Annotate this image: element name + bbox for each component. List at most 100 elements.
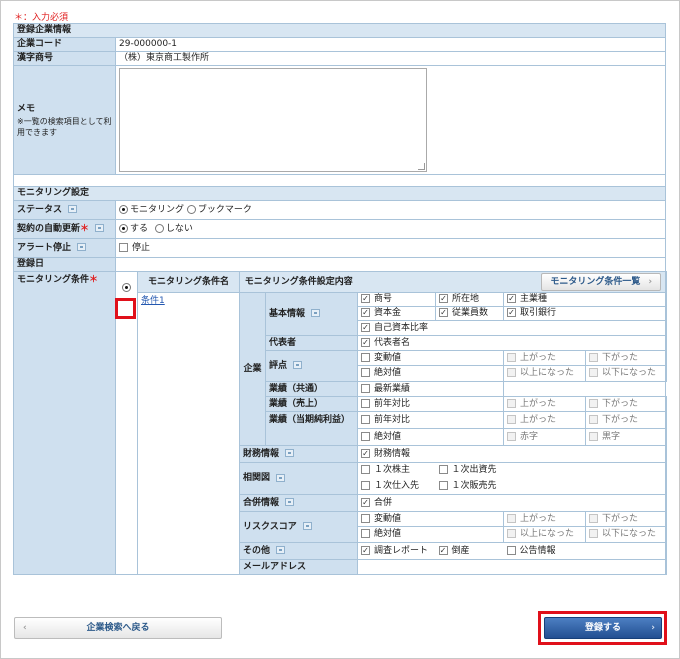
help-icon[interactable] [302,522,312,530]
auto-renew-no-radio[interactable] [154,223,164,233]
opt-cell: 前年対比 [357,411,505,429]
status-label: ステータス [17,204,63,215]
rel-investee-checkbox[interactable] [438,465,448,475]
rating-down-checkbox[interactable] [589,352,599,362]
cond-name-link[interactable]: 条件1 [141,296,165,306]
status-bookmark-radio[interactable] [186,204,196,214]
sales-down-checkbox[interactable] [589,398,599,408]
status-label-cell: ステータス [13,200,116,220]
cond-list-button[interactable]: モニタリング条件一覧 › [541,273,662,291]
opt-cell: 以上になった [503,365,587,382]
basic-capital-label: 資本金 [374,308,402,318]
help-icon[interactable] [276,546,286,554]
profit-up-checkbox[interactable] [507,414,517,424]
auto-renew-yes-radio[interactable] [119,223,128,233]
opt-cell: 下がった [585,411,668,429]
risk-label-cell: リスクスコア [238,511,359,543]
profit-absolute-checkbox[interactable] [361,431,371,441]
sales-yoy-checkbox[interactable] [361,398,371,408]
basic-address-label: 所在地 [452,294,480,304]
risk-change-label: 変動値 [374,513,402,524]
help-icon[interactable] [95,224,105,232]
perf-latest-checkbox[interactable] [361,383,371,393]
other-bankruptcy-checkbox[interactable] [438,545,448,555]
perf-profit-label: 業績（当期純利益） [264,411,359,446]
risk-down-label: 下がった [602,513,639,524]
risk-above-checkbox[interactable] [507,529,517,538]
rating-label-cell: 評点 [264,350,359,382]
rating-change-checkbox[interactable] [361,352,371,362]
opt-cell: １次出資先 [435,462,668,479]
opt-cell: 自己資本比率 [357,320,668,336]
memo-textarea[interactable] [119,68,427,172]
rating-absolute-checkbox[interactable] [361,368,371,377]
basic-bank-checkbox[interactable] [507,308,517,317]
profit-down-label: 下がった [602,414,639,425]
risk-down-checkbox[interactable] [589,513,599,523]
cond-list-label: モニタリング条件一覧 [550,277,641,287]
auto-renew-label-cell: 契約の自動更新＊ [13,219,116,239]
profit-deficit-checkbox[interactable] [507,431,517,441]
help-icon[interactable] [77,243,87,251]
opt-cell: 変動値 [357,511,505,527]
profit-yoy-checkbox[interactable] [361,414,371,424]
help-icon[interactable] [311,309,321,317]
rating-below-checkbox[interactable] [589,368,599,377]
basic-name-checkbox[interactable] [361,294,371,303]
status-option-monitoring: モニタリング [130,204,185,215]
help-icon[interactable] [285,449,295,457]
opt-cell: 主業種 [503,292,668,307]
basic-equity-ratio-checkbox[interactable] [361,322,371,332]
rep-name-checkbox[interactable] [361,337,371,347]
profit-up-label: 上がった [520,414,557,425]
opt-cell: 最新業績 [357,381,505,397]
rel-investee-label: １次出資先 [451,465,497,476]
rel-customer-checkbox[interactable] [438,480,448,490]
reg-date-label: 登録日 [13,257,116,272]
relation-label-cell: 相関図 [238,462,359,495]
risk-up-checkbox[interactable] [507,513,517,523]
other-notice-checkbox[interactable] [506,545,516,555]
finance-checkbox[interactable] [361,448,371,458]
risk-change-checkbox[interactable] [361,513,371,523]
help-icon[interactable] [68,205,78,213]
cond-name-header: モニタリング条件名 [137,271,240,293]
help-icon[interactable] [285,498,295,506]
opt-cell: 赤字 [503,428,587,446]
basic-industry-checkbox[interactable] [507,294,517,303]
rel-supplier-checkbox[interactable] [361,480,371,490]
basic-employees-checkbox[interactable] [439,308,449,317]
cond-select-radio[interactable] [122,283,131,292]
alert-options: 停止 [114,238,667,258]
risk-below-checkbox[interactable] [589,529,599,538]
cond-cell: モニタリング条件名 モニタリング条件設定内容 モニタリング条件一覧 › 条件1 企… [114,271,668,575]
rating-above-checkbox[interactable] [507,368,517,377]
rating-up-checkbox[interactable] [507,352,517,362]
finance-label: 財務情報 [243,448,280,459]
alert-stop-checkbox[interactable] [119,242,128,252]
opt-cell: １次仕入先 [357,478,436,495]
rep-label: 代表者 [264,335,359,351]
back-to-search-button[interactable]: ‹ 企業検索へ戻る [14,617,222,639]
risk-absolute-checkbox[interactable] [361,529,371,538]
opt-cell: 以下になった [585,365,668,382]
sales-up-checkbox[interactable] [507,398,517,408]
profit-down-checkbox[interactable] [589,414,599,424]
rel-shareholder-checkbox[interactable] [361,465,371,475]
help-icon[interactable] [276,473,286,482]
status-monitoring-radio[interactable] [119,204,128,214]
opt-cell: １次販売先 [435,478,668,495]
merger-label: 合併情報 [243,497,280,508]
help-icon[interactable] [293,361,303,369]
rel-customer-label: １次販売先 [451,480,497,491]
cond-list-cell: モニタリング条件一覧 › [357,271,668,293]
profit-surplus-checkbox[interactable] [589,431,599,441]
basic-capital-checkbox[interactable] [361,308,371,317]
basic-address-checkbox[interactable] [439,294,449,303]
alert-label: アラート停止 [17,242,72,253]
opt-cell: 前年対比 [357,396,505,412]
status-options: モニタリング ブックマーク [114,200,667,220]
merger-checkbox[interactable] [361,497,371,507]
relation-label: 相関図 [243,473,271,483]
other-report-checkbox[interactable] [361,545,371,555]
